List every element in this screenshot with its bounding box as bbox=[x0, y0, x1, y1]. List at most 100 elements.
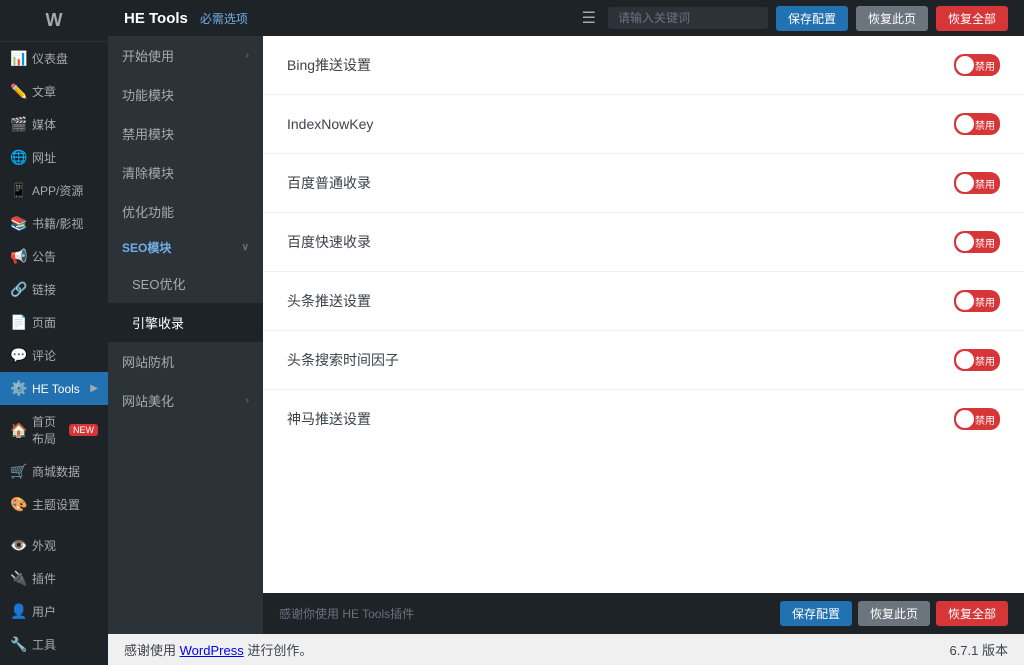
setting-row-baidu-fast: 百度快速收录 禁用 bbox=[263, 213, 1024, 272]
leftnav-clean[interactable]: 清除模块 bbox=[108, 153, 263, 192]
leftnav-functions[interactable]: 功能模块 bbox=[108, 75, 263, 114]
leftnav-disable-label: 禁用模块 bbox=[122, 124, 174, 143]
restore-all-button[interactable]: 恢复全部 bbox=[936, 6, 1008, 31]
sidebar-item-pages[interactable]: 📄 页面 bbox=[0, 306, 108, 339]
main-area: HE Tools 必需选项 ☰ 保存配置 恢复此页 恢复全部 开始使用 › 功能… bbox=[108, 0, 1024, 665]
sidebar-item-hetools[interactable]: ⚙️ HE Tools ▶ bbox=[0, 372, 108, 405]
app-icon: 📱 bbox=[10, 182, 26, 199]
tools-icon: 🔧 bbox=[10, 636, 26, 653]
sidebar-item-app[interactable]: 📱 APP/资源 bbox=[0, 174, 108, 207]
setting-label-bing-push: Bing推送设置 bbox=[287, 55, 954, 75]
toggle-wrap-bing-push[interactable]: 禁用 bbox=[954, 54, 1000, 76]
sidebar-item-chain[interactable]: 🔗 链接 bbox=[0, 273, 108, 306]
toggle-indexnowkey[interactable]: 禁用 bbox=[954, 113, 1000, 135]
toggle-bing-push[interactable]: 禁用 bbox=[954, 54, 1000, 76]
leftnav-seo[interactable]: SEO模块 ∨ bbox=[108, 231, 263, 264]
setting-label-toutiao-push: 头条推送设置 bbox=[287, 291, 954, 311]
save-config-button[interactable]: 保存配置 bbox=[776, 6, 848, 31]
toggle-baidu-normal[interactable]: 禁用 bbox=[954, 172, 1000, 194]
appearance-icon: 👁️ bbox=[10, 537, 26, 554]
leftnav-disable[interactable]: 禁用模块 bbox=[108, 114, 263, 153]
wordpress-link[interactable]: WordPress bbox=[180, 643, 244, 658]
toggle-knob-toutiao-push bbox=[956, 292, 974, 310]
setting-label-baidu-fast: 百度快速收录 bbox=[287, 232, 954, 252]
toggle-shenma-push[interactable]: 禁用 bbox=[954, 408, 1000, 430]
toggle-wrap-baidu-normal[interactable]: 禁用 bbox=[954, 172, 1000, 194]
toggle-wrap-toutiao-search[interactable]: 禁用 bbox=[954, 349, 1000, 371]
sidebar-item-comments[interactable]: 💬 评论 bbox=[0, 339, 108, 372]
links-icon: 🌐 bbox=[10, 149, 26, 166]
sidebar-item-appearance[interactable]: 👁️ 外观 bbox=[0, 529, 108, 562]
sidebar-item-books[interactable]: 📚 书籍/影视 bbox=[0, 207, 108, 240]
sidebar-item-ads[interactable]: 📢 公告 bbox=[0, 240, 108, 273]
toggle-text-bing-push: 禁用 bbox=[975, 58, 995, 73]
footer: 感谢使用 WordPress 进行创作。 6.7.1 版本 bbox=[108, 634, 1024, 665]
sidebar: W 📊 仪表盘 ✏️ 文章 🎬 媒体 🌐 网址 📱 APP/资源 📚 书籍/影视… bbox=[0, 0, 108, 665]
sidebar-item-media[interactable]: 🎬 媒体 bbox=[0, 108, 108, 141]
leftnav-engine-collect-label: 引擎收录 bbox=[132, 313, 184, 332]
toggle-knob-baidu-fast bbox=[956, 233, 974, 251]
posts-icon: ✏️ bbox=[10, 83, 26, 100]
toggle-text-shenma-push: 禁用 bbox=[975, 412, 995, 427]
toggle-toutiao-search[interactable]: 禁用 bbox=[954, 349, 1000, 371]
toggle-wrap-baidu-fast[interactable]: 禁用 bbox=[954, 231, 1000, 253]
toggle-wrap-toutiao-push[interactable]: 禁用 bbox=[954, 290, 1000, 312]
toggle-text-indexnowkey: 禁用 bbox=[975, 117, 995, 132]
search-input[interactable] bbox=[608, 7, 768, 29]
sidebar-item-theme[interactable]: 🎨 主题设置 bbox=[0, 488, 108, 521]
sidebar-label-dashboard: 仪表盘 bbox=[32, 50, 68, 67]
homepage-icon: 🏠 bbox=[10, 422, 26, 439]
sidebar-item-posts[interactable]: ✏️ 文章 bbox=[0, 75, 108, 108]
sidebar-item-links[interactable]: 🌐 网址 bbox=[0, 141, 108, 174]
leftnav-start[interactable]: 开始使用 › bbox=[108, 36, 263, 75]
sidebar-item-shop[interactable]: 🛒 商城数据 bbox=[0, 455, 108, 488]
toggle-text-toutiao-search: 禁用 bbox=[975, 353, 995, 368]
leftnav-engine-collect[interactable]: 引擎收录 bbox=[108, 303, 263, 342]
toggle-wrap-indexnowkey[interactable]: 禁用 bbox=[954, 113, 1000, 135]
setting-label-shenma-push: 神马推送设置 bbox=[287, 409, 954, 429]
bottom-bar-text: 感谢你使用 HE Tools插件 bbox=[279, 605, 414, 622]
leftnav-site-defense[interactable]: 网站防机 bbox=[108, 342, 263, 381]
toggle-baidu-fast[interactable]: 禁用 bbox=[954, 231, 1000, 253]
toggle-text-baidu-fast: 禁用 bbox=[975, 235, 995, 250]
comments-icon: 💬 bbox=[10, 347, 26, 364]
theme-icon: 🎨 bbox=[10, 496, 26, 513]
sidebar-item-plugins[interactable]: 🔌 插件 bbox=[0, 562, 108, 595]
sidebar-item-tools[interactable]: 🔧 工具 bbox=[0, 628, 108, 661]
new-badge: NEW bbox=[69, 424, 98, 436]
toggle-knob-indexnowkey bbox=[956, 115, 974, 133]
dashboard-icon: 📊 bbox=[10, 50, 26, 67]
bottom-restore-all-button[interactable]: 恢复全部 bbox=[936, 601, 1008, 626]
hetools-arrow-icon: ▶ bbox=[90, 383, 98, 394]
page-title: HE Tools bbox=[124, 10, 188, 27]
page-subtitle: 必需选项 bbox=[200, 10, 248, 27]
bottom-save-button[interactable]: 保存配置 bbox=[780, 601, 852, 626]
leftnav-seo-label: SEO模块 bbox=[122, 239, 171, 256]
plugins-icon: 🔌 bbox=[10, 570, 26, 587]
books-icon: 📚 bbox=[10, 215, 26, 232]
sidebar-logo: W bbox=[0, 0, 108, 42]
setting-label-toutiao-search: 头条搜索时间因子 bbox=[287, 350, 954, 370]
chain-icon: 🔗 bbox=[10, 281, 26, 298]
bottom-bar-actions: 保存配置 恢复此页 恢复全部 bbox=[780, 601, 1008, 626]
setting-row-toutiao-push: 头条推送设置 禁用 bbox=[263, 272, 1024, 331]
toggle-knob-bing-push bbox=[956, 56, 974, 74]
start-chevron-icon: › bbox=[246, 50, 249, 61]
bottom-restore-page-button[interactable]: 恢复此页 bbox=[858, 601, 930, 626]
leftnav-site-beauty[interactable]: 网站美化 › bbox=[108, 381, 263, 420]
toggle-wrap-shenma-push[interactable]: 禁用 bbox=[954, 408, 1000, 430]
leftnav-seo-optimize[interactable]: SEO优化 bbox=[108, 264, 263, 303]
menu-icon[interactable]: ☰ bbox=[582, 8, 596, 28]
setting-label-baidu-normal: 百度普通收录 bbox=[287, 173, 954, 193]
leftnav-site-defense-label: 网站防机 bbox=[122, 352, 174, 371]
restore-page-button[interactable]: 恢复此页 bbox=[856, 6, 928, 31]
sidebar-item-dashboard[interactable]: 📊 仪表盘 bbox=[0, 42, 108, 75]
sidebar-item-homepage[interactable]: 🏠 首页布局 NEW bbox=[0, 405, 108, 455]
sidebar-item-users[interactable]: 👤 用户 bbox=[0, 595, 108, 628]
setting-label-indexnowkey: IndexNowKey bbox=[287, 116, 954, 132]
sidebar-item-settings[interactable]: ⚙️ 设置 bbox=[0, 661, 108, 665]
leftnav-optimize[interactable]: 优化功能 bbox=[108, 192, 263, 231]
leftnav-site-beauty-label: 网站美化 bbox=[122, 391, 174, 410]
toggle-toutiao-push[interactable]: 禁用 bbox=[954, 290, 1000, 312]
setting-row-bing-push: Bing推送设置 禁用 bbox=[263, 36, 1024, 95]
